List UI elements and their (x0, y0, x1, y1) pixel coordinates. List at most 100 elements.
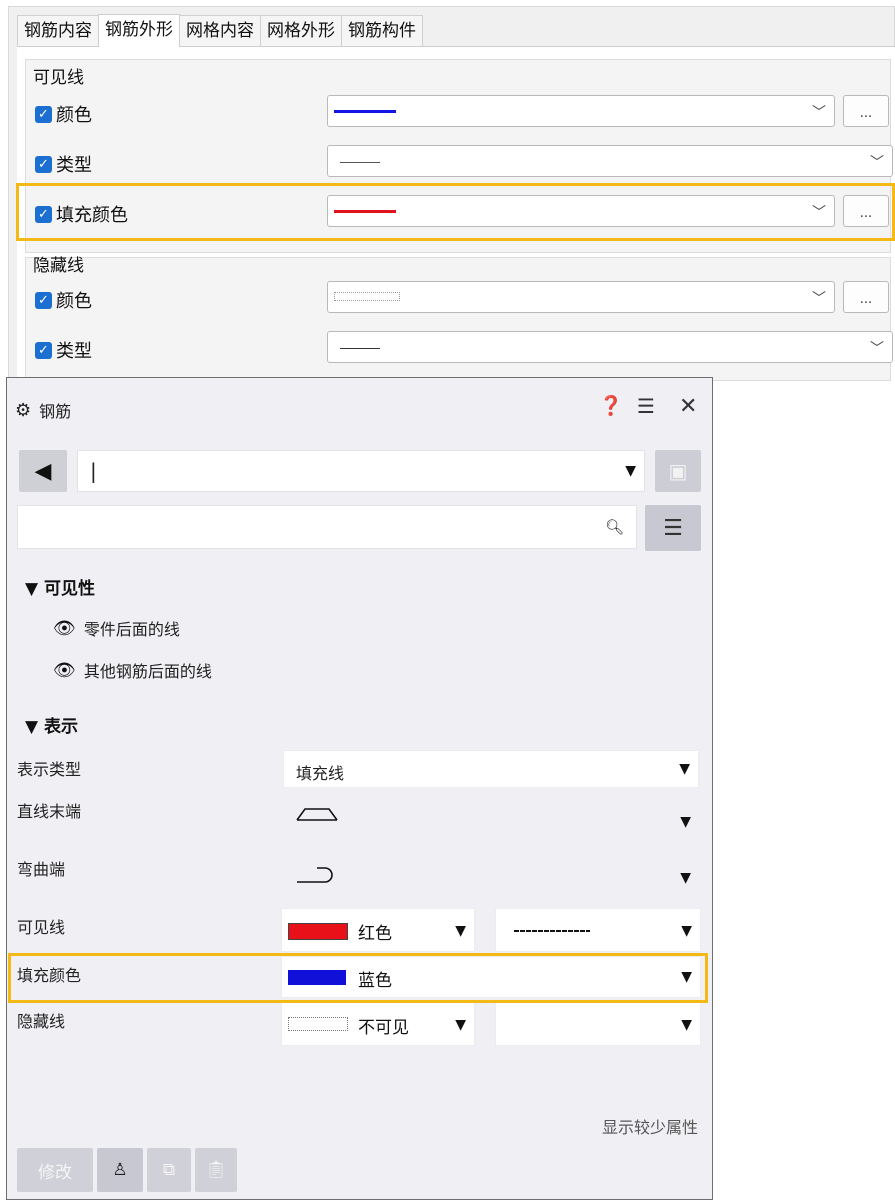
pick-button[interactable]: ♙ (97, 1148, 143, 1192)
dropdown-arrow-icon: ▼ (680, 870, 691, 886)
visible-line-color-select[interactable]: 红色 ▼ (281, 908, 475, 952)
visibility-section-header[interactable]: ▼ 可见性 (25, 574, 95, 599)
hidden-color-more-button[interactable]: ... (843, 281, 889, 313)
search-icon: 🔍︎ (604, 518, 624, 536)
eye-icon[interactable]: 👁 (53, 618, 76, 639)
settings-icon[interactable]: ⚙ (15, 400, 31, 421)
visibility-item-behind-parts[interactable]: 👁 零件后面的线 (53, 616, 180, 640)
chevron-down-icon: ﹀ (812, 291, 826, 307)
chevron-down-icon: ﹀ (812, 105, 826, 121)
tab-content: 可见线 ✓ 颜色 ﹀ ... ✓ 类型 ﹀ ✓ 填充颜色 ﹀ ... 隐藏线 ✓… (17, 46, 895, 398)
save-button[interactable]: ▣ (655, 450, 701, 492)
menu-icon: ☰ (663, 515, 683, 541)
dropdown-arrow-icon: ▼ (455, 923, 466, 939)
visible-fill-color-row: ✓ 填充颜色 (35, 201, 128, 227)
visible-type-select[interactable]: ﹀ (327, 145, 893, 177)
tab-mesh-appearance[interactable]: 网格外形 (260, 15, 342, 46)
layout-icon[interactable]: ☰ (637, 394, 655, 418)
hidden-type-checkbox[interactable]: ✓ (35, 341, 52, 359)
tab-rebar-component[interactable]: 钢筋构件 (341, 15, 423, 46)
visible-color-more-button[interactable]: ... (843, 95, 889, 127)
visible-type-label: 类型 (56, 155, 92, 176)
visibility-item-label: 零件后面的线 (83, 620, 180, 639)
hidden-line-group-title: 隐藏线 (33, 256, 84, 276)
visible-fill-color-label: 填充颜色 (56, 205, 128, 226)
hidden-color-checkbox[interactable]: ✓ (35, 291, 52, 309)
line-end-label: 直线末端 (17, 802, 82, 821)
fill-color-label: 填充颜色 (17, 966, 82, 985)
visible-line-label: 可见线 (17, 918, 66, 937)
tab-rebar-content[interactable]: 钢筋内容 (17, 15, 99, 46)
line-settings-dialog: 钢筋内容 钢筋外形 网格内容 网格外形 钢筋构件 可见线 ✓ 颜色 ﹀ ... … (8, 6, 895, 398)
preset-select[interactable]: | ▼ (77, 450, 645, 492)
eyedropper-icon: ♙ (112, 1160, 128, 1180)
copy-button[interactable]: ⧉ (147, 1148, 191, 1192)
panel-title: 钢筋 (39, 402, 72, 421)
dropdown-arrow-icon: ▼ (681, 969, 692, 985)
eye-icon[interactable]: 👁 (53, 660, 76, 681)
bend-end-select[interactable]: ▼ (283, 848, 699, 902)
fill-color-name: 蓝色 (358, 971, 392, 991)
hidden-line-color-select[interactable]: 不可见 ▼ (281, 1002, 475, 1046)
display-type-select[interactable]: 填充线 ▼ (283, 750, 699, 788)
visible-line-group-title: 可见线 (33, 68, 84, 88)
close-icon[interactable]: ✕ (679, 394, 697, 419)
visible-type-row: ✓ 类型 (35, 151, 92, 177)
visible-line-color-name: 红色 (358, 924, 392, 944)
search-input[interactable]: 🔍︎ (17, 505, 637, 549)
help-icon[interactable]: ❓ (599, 394, 623, 417)
tab-bar: 钢筋内容 钢筋外形 网格内容 网格外形 钢筋构件 (17, 14, 423, 47)
show-less-properties-link[interactable]: 显示较少属性 (602, 1114, 698, 1138)
line-end-select[interactable]: ▼ (283, 792, 699, 844)
dropdown-arrow-icon: ▼ (680, 814, 691, 830)
fill-color-select[interactable]: 蓝色 ▼ (281, 956, 701, 998)
visible-color-checkbox[interactable]: ✓ (35, 105, 52, 123)
preset-value: | (90, 459, 97, 483)
dropdown-arrow-icon: ▼ (681, 923, 692, 939)
visible-color-row: ✓ 颜色 (35, 101, 92, 127)
tab-rebar-appearance[interactable]: 钢筋外形 (98, 14, 180, 47)
visible-fill-color-select[interactable]: ﹀ (327, 195, 835, 227)
rebar-properties-panel: ⚙ 钢筋 ❓ ☰ ✕ ◀ | ▼ ▣ 🔍︎ ☰ ▼ 可见性 👁 零件后面的线 👁… (6, 377, 713, 1200)
display-type-label: 表示类型 (17, 760, 82, 779)
dropdown-arrow-icon: ▼ (455, 1017, 466, 1033)
hidden-color-row: ✓ 颜色 (35, 287, 92, 313)
line-sample-blue (334, 110, 396, 113)
chevron-down-icon: ﹀ (870, 155, 884, 171)
dropdown-arrow-icon: ▼ (681, 1017, 692, 1033)
back-button[interactable]: ◀ (19, 450, 67, 492)
hidden-type-row: ✓ 类型 (35, 337, 92, 363)
visibility-item-behind-rebar[interactable]: 👁 其他钢筋后面的线 (53, 658, 212, 682)
line-sample-solid (340, 162, 380, 163)
visible-type-checkbox[interactable]: ✓ (35, 155, 52, 173)
dropdown-arrow-icon: ▼ (625, 463, 636, 479)
hidden-color-select[interactable]: ﹀ (327, 281, 835, 313)
hidden-line-type-select[interactable]: ▼ (495, 1002, 701, 1046)
visible-fill-color-checkbox[interactable]: ✓ (35, 205, 52, 223)
dropdown-arrow-icon: ▼ (679, 761, 690, 777)
visible-color-select[interactable]: ﹀ (327, 95, 835, 127)
line-sample-solid (340, 348, 380, 349)
visible-fill-color-more-button[interactable]: ... (843, 195, 889, 227)
panel-header: ⚙ 钢筋 (15, 398, 71, 422)
clipboard-button[interactable]: 📋︎ (195, 1148, 237, 1192)
line-sample-invisible (334, 292, 400, 301)
hook-end-icon (297, 867, 333, 883)
clipboard-icon: 📋︎ (205, 1160, 227, 1180)
hidden-line-color-name: 不可见 (358, 1018, 409, 1038)
copy-icon: ⧉ (162, 1160, 176, 1180)
dashed-line-sample (514, 930, 590, 932)
invisible-swatch (288, 1017, 348, 1031)
hidden-type-label: 类型 (56, 341, 92, 362)
menu-button[interactable]: ☰ (645, 505, 701, 551)
display-type-value: 填充线 (296, 764, 345, 783)
display-section-header[interactable]: ▼ 表示 (25, 712, 78, 737)
hidden-type-select[interactable]: ﹀ (327, 331, 893, 363)
visible-line-type-select[interactable]: ▼ (495, 908, 701, 952)
visible-color-label: 颜色 (56, 105, 92, 126)
modify-button[interactable]: 修改 (17, 1148, 93, 1192)
bend-end-label: 弯曲端 (17, 860, 66, 879)
tab-mesh-content[interactable]: 网格内容 (179, 15, 261, 46)
line-sample-red (334, 210, 396, 213)
hidden-line-label: 隐藏线 (17, 1012, 66, 1031)
